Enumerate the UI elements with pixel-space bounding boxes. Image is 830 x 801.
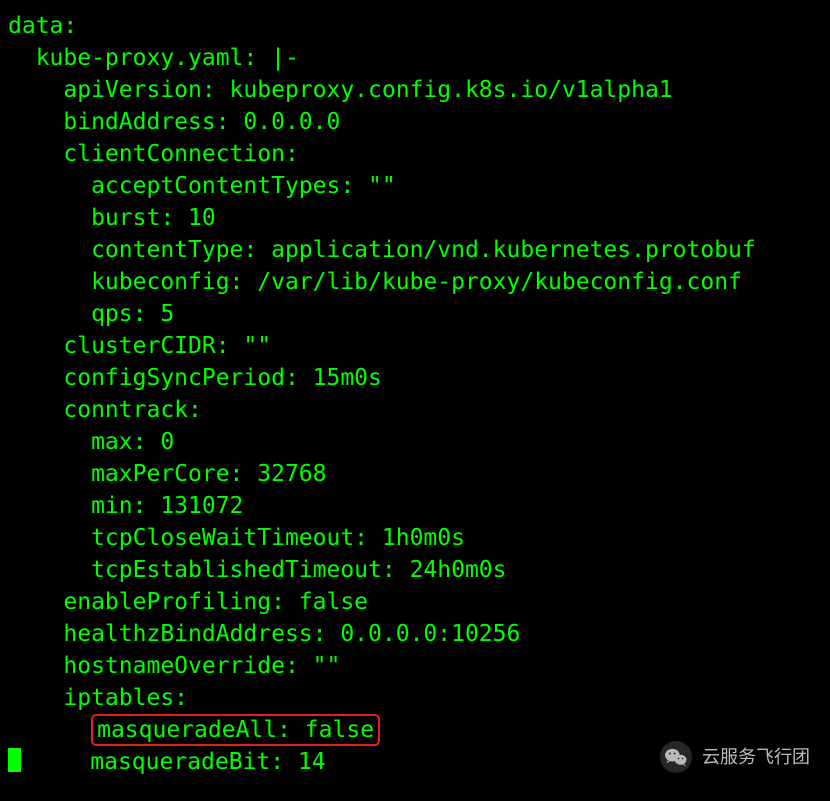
config-line: kubeconfig: /var/lib/kube-proxy/kubeconf…	[8, 269, 742, 295]
config-line: conntrack:	[8, 397, 202, 423]
watermark: 云服务飞行团	[660, 741, 810, 773]
config-line: hostnameOverride: ""	[8, 653, 340, 679]
config-line: max: 0	[8, 429, 174, 455]
config-line-indent-last	[21, 749, 90, 775]
config-line: bindAddress: 0.0.0.0	[8, 109, 340, 135]
config-line: contentType: application/vnd.kubernetes.…	[8, 237, 756, 263]
config-line: qps: 5	[8, 301, 174, 327]
watermark-text: 云服务飞行团	[702, 741, 810, 773]
highlighted-config-line: masqueradeAll: false	[91, 714, 380, 746]
terminal-output: data: kube-proxy.yaml: |- apiVersion: ku…	[0, 0, 830, 778]
config-line: iptables:	[8, 685, 188, 711]
config-line: configSyncPeriod: 15m0s	[8, 365, 382, 391]
config-line: tcpCloseWaitTimeout: 1h0m0s	[8, 525, 465, 551]
config-line: clusterCIDR: ""	[8, 333, 271, 359]
wechat-icon	[660, 741, 692, 773]
config-line: enableProfiling: false	[8, 589, 368, 615]
config-line-indent	[8, 717, 91, 743]
config-line: tcpEstablishedTimeout: 24h0m0s	[8, 557, 507, 583]
config-line: maxPerCore: 32768	[8, 461, 327, 487]
config-line: min: 131072	[8, 493, 243, 519]
config-line: masqueradeBit: 14	[90, 749, 325, 775]
config-line: apiVersion: kubeproxy.config.k8s.io/v1al…	[8, 77, 673, 103]
terminal-cursor	[8, 748, 21, 772]
config-line: clientConnection:	[8, 141, 299, 167]
config-line: data:	[8, 13, 77, 39]
config-line: burst: 10	[8, 205, 216, 231]
config-line: healthzBindAddress: 0.0.0.0:10256	[8, 621, 520, 647]
config-line: acceptContentTypes: ""	[8, 173, 396, 199]
config-line: kube-proxy.yaml: |-	[8, 45, 299, 71]
